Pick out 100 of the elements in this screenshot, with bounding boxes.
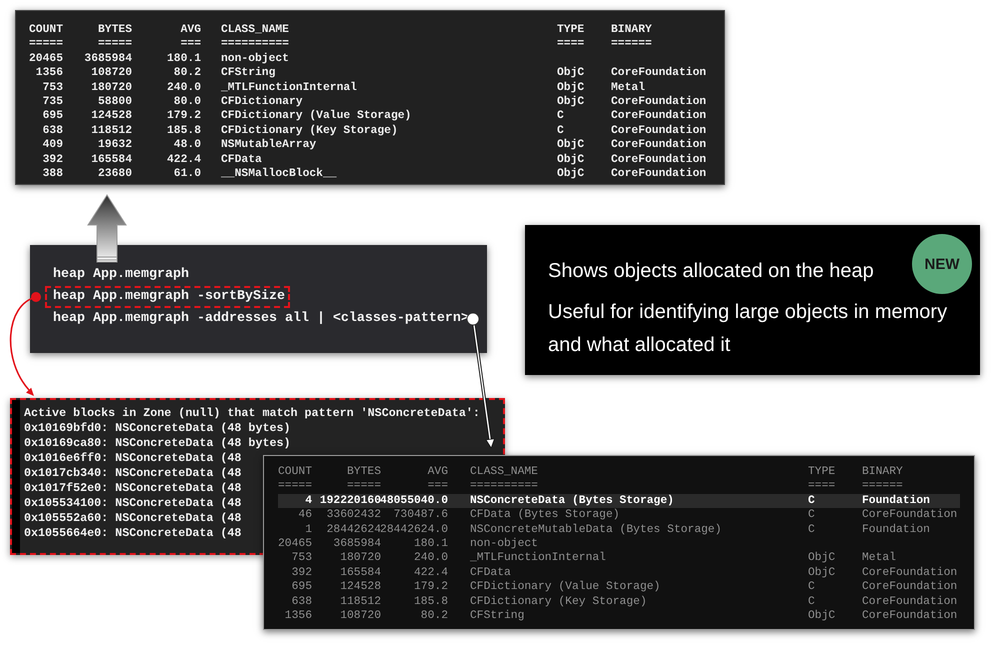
header-underline: ==== (808, 479, 836, 494)
table-cell: NSMutableArray (221, 138, 316, 153)
table-cell: CoreFoundation (611, 109, 706, 124)
table-cell: C (808, 508, 815, 523)
column-header: BINARY (862, 465, 903, 480)
table-cell: 46 (298, 508, 312, 523)
table-cell: CoreFoundation (611, 94, 706, 110)
output-line: Active blocks in Zone (null) that match pattern 'NSConcreteData': (24, 406, 480, 421)
table-cell: 1356 (284, 608, 312, 624)
output-line: 0x105534100: NSConcreteData (48 (24, 496, 242, 511)
table-cell: 1356 (36, 66, 63, 81)
table-cell: 185.8 (414, 594, 448, 609)
column-header: CLASS_NAME (470, 465, 538, 480)
table-cell: 409 (42, 138, 63, 153)
table-cell: 180720 (91, 80, 132, 95)
output-line: 0x105552a60: NSConcreteData (48 (24, 511, 242, 526)
header-underline: === (180, 37, 201, 52)
column-header: AVG (180, 23, 201, 38)
table-cell: CoreFoundation (862, 566, 958, 580)
table-cell: 638 (292, 594, 312, 609)
table-cell: 192220160 (320, 494, 381, 508)
header-underline: ========== (470, 479, 538, 494)
table-cell: C (808, 494, 815, 508)
table-cell: ObjC (808, 608, 836, 624)
table-cell: ObjC (808, 551, 836, 566)
table-cell: 80.0 (174, 94, 201, 110)
output-line: 0x1016e6ff0: NSConcreteData (48 (24, 451, 242, 466)
table-cell: 179.2 (167, 109, 201, 124)
table-cell: ObjC (557, 138, 584, 153)
table-cell: CFString (221, 66, 276, 81)
table-cell: CFData (Bytes Storage) (470, 508, 620, 523)
table-cell: CoreFoundation (611, 66, 706, 81)
table-cell: 240.0 (414, 551, 448, 566)
table-cell: 695 (42, 109, 63, 124)
table-cell: 48.0 (174, 138, 201, 153)
table-cell: 1 (305, 522, 312, 537)
table-cell: 695 (292, 580, 312, 595)
table-cell: 730487.6 (394, 508, 448, 523)
table-cell: 180720 (340, 551, 381, 566)
header-underline: ===== (29, 37, 63, 52)
table-cell: Metal (862, 551, 896, 566)
table-cell: 48055040.0 (380, 494, 448, 508)
table-cell: 179.2 (414, 580, 448, 595)
table-cell: 28442624 (326, 522, 381, 537)
output-line: 0x1017cb340: NSConcreteData (48 (24, 466, 242, 481)
table-cell: NSConcreteMutableData (Bytes Storage) (470, 522, 722, 537)
table-cell: 4 (305, 494, 312, 508)
header-underline: ==== (557, 37, 584, 52)
table-cell: Foundation (862, 494, 930, 508)
table-cell: _MTLFunctionInternal (470, 551, 606, 566)
table-cell: 638 (42, 124, 63, 138)
table-cell: 118512 (91, 124, 132, 138)
table-cell: non-object (470, 536, 538, 552)
table-cell: 735 (42, 94, 63, 110)
table-cell: 240.0 (167, 80, 201, 95)
table-cell: CoreFoundation (862, 508, 958, 523)
table-cell: CFDictionary (221, 94, 303, 110)
table-cell: CFDictionary (Value Storage) (470, 580, 660, 595)
table-cell: 422.4 (414, 566, 448, 580)
table-cell: C (808, 594, 815, 609)
header-underline: ===== (278, 479, 312, 494)
table-cell: CoreFoundation (611, 138, 706, 153)
table-cell: C (808, 580, 815, 595)
table-cell: 392 (292, 566, 312, 580)
header-underline: === (428, 479, 448, 494)
table-cell: CFDictionary (Key Storage) (221, 124, 398, 138)
table-cell: 28442624.0 (380, 522, 448, 537)
table-cell: 753 (292, 551, 312, 566)
table-cell: 185.8 (167, 124, 201, 138)
column-header: TYPE (557, 23, 584, 38)
table-cell: __NSMallocBlock__ (221, 166, 337, 182)
table-cell: 3685984 (84, 52, 132, 66)
table-cell: non-object (221, 52, 289, 66)
table-cell: 3685984 (333, 536, 381, 552)
table-cell: CoreFoundation (862, 580, 958, 595)
table-cell: NSConcreteData (Bytes Storage) (470, 494, 674, 508)
table-cell: 392 (42, 152, 63, 167)
column-header: BYTES (347, 465, 381, 480)
column-header: TYPE (808, 465, 836, 480)
table-cell: CFData (470, 566, 511, 580)
table-cell: ObjC (557, 80, 584, 95)
table-cell: 108720 (91, 66, 132, 81)
table-cell: CFString (470, 608, 524, 624)
output-line: 0x10169ca80: NSConcreteData (48 bytes) (24, 436, 291, 451)
table-cell: 23680 (98, 166, 132, 182)
table-cell: C (557, 124, 564, 138)
table-cell: C (808, 522, 815, 537)
table-cell: 180.1 (414, 536, 448, 552)
table-cell: 58800 (98, 94, 132, 110)
table-cell: 19632 (98, 138, 132, 153)
column-header: CLASS_NAME (221, 23, 289, 38)
table-cell: CFData (221, 152, 262, 167)
output-line: 0x10169bfd0: NSConcreteData (48 bytes) (24, 421, 291, 436)
table-cell: CoreFoundation (862, 594, 958, 609)
table-cell: 33602432 (326, 508, 381, 523)
table-cell: ObjC (808, 566, 836, 580)
table-cell: 108720 (340, 608, 381, 624)
command-line: heap App.memgraph -addresses all | <classes-pattern> (52, 310, 470, 328)
output-line: 0x1017f52e0: NSConcreteData (48 (24, 481, 242, 496)
header-underline: ========== (221, 37, 289, 52)
